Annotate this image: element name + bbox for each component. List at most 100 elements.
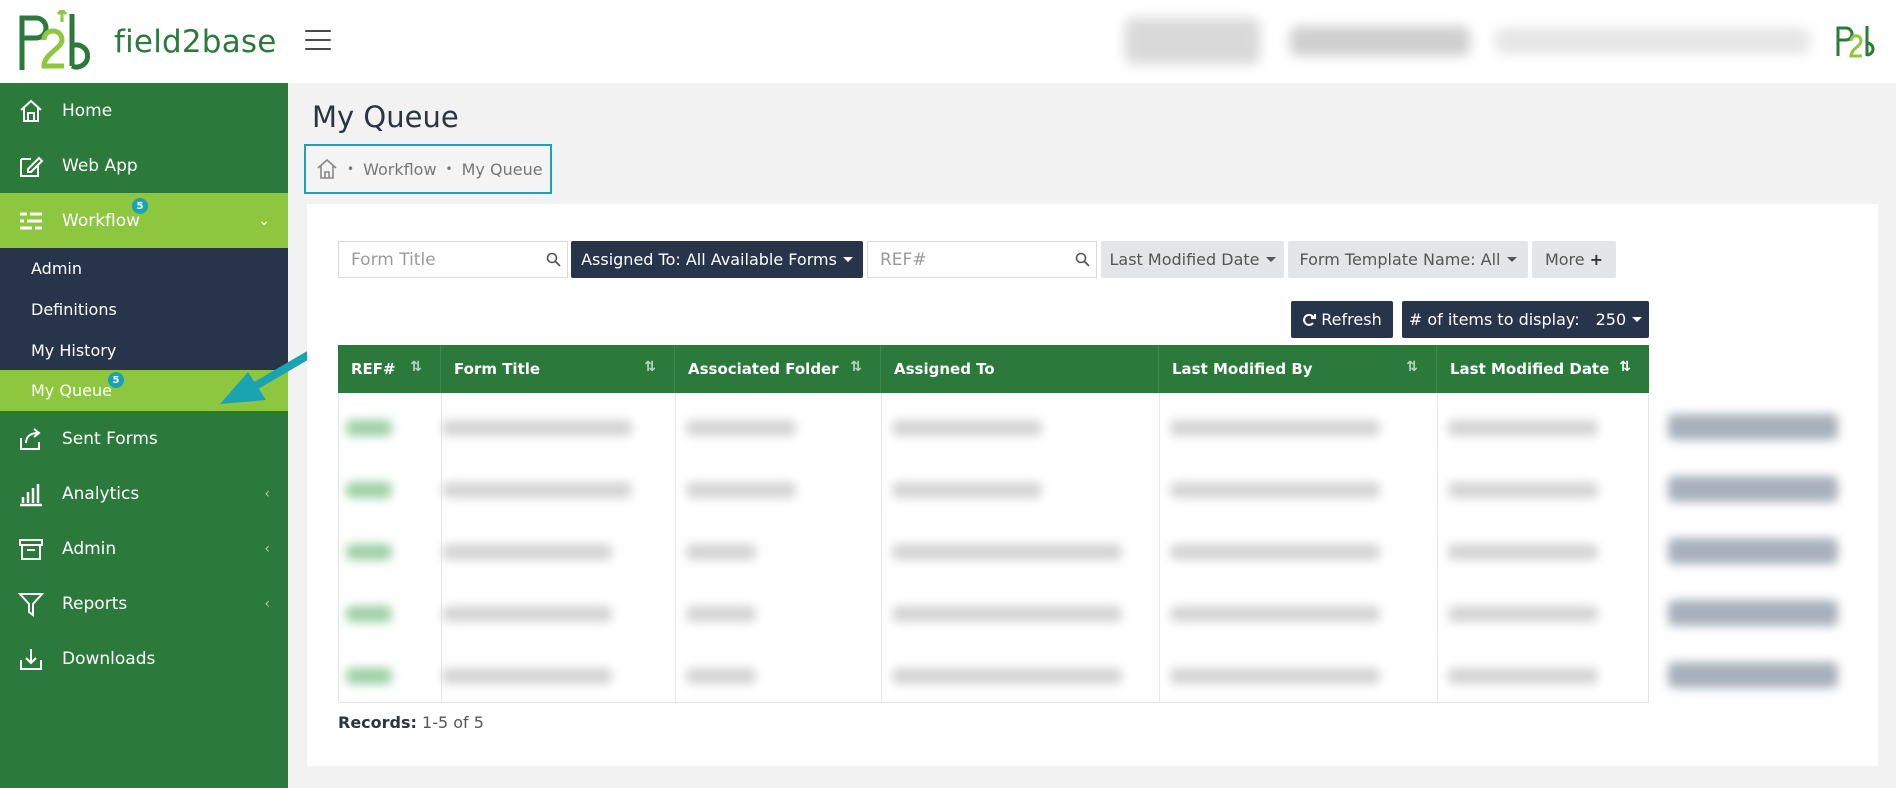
redacted-header-item bbox=[1290, 26, 1470, 56]
sort-icon[interactable]: ⇅ bbox=[850, 359, 862, 375]
breadcrumb-separator: • bbox=[347, 162, 355, 176]
menu-toggle-icon[interactable] bbox=[305, 30, 331, 50]
refresh-label: Refresh bbox=[1321, 310, 1382, 329]
redacted-cell bbox=[1170, 544, 1380, 560]
table-row[interactable] bbox=[334, 584, 1840, 646]
sort-icon[interactable]: ⇅ bbox=[410, 359, 422, 375]
breadcrumb-workflow[interactable]: Workflow bbox=[363, 160, 436, 179]
sidebar-item-label: Reports bbox=[62, 593, 128, 614]
table-row[interactable] bbox=[334, 522, 1840, 584]
column-header-last-modified-date[interactable]: Last Modified Date ⇅ bbox=[1437, 345, 1649, 393]
redacted-cell bbox=[346, 420, 392, 436]
search-icon[interactable] bbox=[546, 252, 561, 267]
sidebar-item-label: Home bbox=[62, 100, 113, 121]
more-label: More bbox=[1544, 250, 1585, 269]
page-title: My Queue bbox=[312, 100, 459, 134]
sort-desc-icon[interactable]: ⇅ bbox=[1619, 359, 1631, 375]
column-header-associated-folder[interactable]: Associated Folder ⇅ bbox=[675, 345, 881, 393]
submenu-item-label: My History bbox=[31, 341, 117, 360]
redacted-cell bbox=[1448, 606, 1598, 622]
records-value: 1-5 of 5 bbox=[422, 713, 484, 732]
column-header-label: REF# bbox=[351, 360, 396, 378]
redacted-header-item bbox=[1125, 18, 1260, 64]
redacted-cell bbox=[1170, 482, 1380, 498]
search-icon[interactable] bbox=[1075, 252, 1090, 267]
form-title-input[interactable] bbox=[351, 249, 567, 270]
chevron-left-icon: ‹ bbox=[264, 540, 270, 557]
assigned-to-dropdown[interactable]: Assigned To: All Available Forms bbox=[571, 241, 863, 278]
column-header-label: Assigned To bbox=[894, 360, 995, 378]
f2b-small-logo-icon[interactable] bbox=[1836, 24, 1880, 58]
redacted-cell bbox=[1170, 420, 1380, 436]
table-row[interactable] bbox=[334, 460, 1840, 522]
filter-icon bbox=[18, 592, 44, 617]
brand-name: field2base bbox=[114, 24, 277, 60]
column-header-last-modified-by[interactable]: Last Modified By ⇅ bbox=[1159, 345, 1437, 393]
more-filters-button[interactable]: More + bbox=[1532, 241, 1616, 278]
items-to-display-dropdown[interactable]: # of items to display: 250 bbox=[1402, 301, 1649, 338]
records-summary: Records: 1-5 of 5 bbox=[338, 713, 484, 732]
submenu-item-admin[interactable]: Admin bbox=[0, 248, 288, 289]
last-modified-date-dropdown[interactable]: Last Modified Date bbox=[1101, 241, 1284, 278]
f2b-logo-icon bbox=[19, 10, 91, 70]
sidebar-item-downloads[interactable]: Downloads bbox=[0, 631, 288, 686]
redacted-cell bbox=[892, 420, 1042, 436]
redacted-action bbox=[1668, 414, 1838, 440]
redacted-cell bbox=[686, 668, 756, 684]
form-template-dropdown[interactable]: Form Template Name: All bbox=[1288, 241, 1528, 278]
redacted-cell bbox=[442, 482, 632, 498]
redacted-action bbox=[1668, 600, 1838, 626]
caret-down-icon bbox=[1506, 257, 1517, 262]
queue-table-header: REF# ⇅ Form Title ⇅ Associated Folder ⇅ Ass… bbox=[338, 345, 1649, 393]
items-display-label: # of items to display: bbox=[1408, 310, 1580, 329]
breadcrumb-my-queue: My Queue bbox=[461, 159, 543, 179]
redacted-cell bbox=[442, 420, 632, 436]
ref-input[interactable] bbox=[880, 249, 1096, 270]
redacted-cell bbox=[346, 544, 392, 560]
sidebar-item-web-app[interactable]: Web App bbox=[0, 138, 288, 193]
refresh-button[interactable]: Refresh bbox=[1291, 301, 1393, 338]
redacted-header-item bbox=[1495, 28, 1810, 54]
sidebar-item-reports[interactable]: Reports ‹ bbox=[0, 576, 288, 631]
field2base-logo[interactable]: field2base bbox=[18, 10, 277, 74]
sidebar-item-admin[interactable]: Admin ‹ bbox=[0, 521, 288, 576]
caret-down-icon bbox=[1265, 257, 1276, 262]
home-icon bbox=[20, 99, 42, 122]
sort-icon[interactable]: ⇅ bbox=[1406, 359, 1418, 375]
redacted-action bbox=[1668, 476, 1838, 502]
workflow-icon bbox=[20, 212, 42, 229]
submenu-item-label: Admin bbox=[31, 259, 82, 278]
assigned-to-label: Assigned To: All Available Forms bbox=[581, 250, 837, 269]
redacted-cell bbox=[892, 544, 1122, 560]
redacted-cell bbox=[1448, 544, 1598, 560]
breadcrumb: • Workflow • My Queue bbox=[304, 144, 552, 194]
sidebar-item-label: Sent Forms bbox=[62, 428, 158, 449]
sidebar-item-label: Analytics bbox=[62, 483, 140, 504]
table-row[interactable] bbox=[334, 398, 1840, 460]
sidebar-item-label: Web App bbox=[62, 155, 138, 176]
sidebar-item-analytics[interactable]: Analytics ‹ bbox=[0, 466, 288, 521]
archive-icon bbox=[19, 538, 43, 560]
sort-icon[interactable]: ⇅ bbox=[644, 359, 656, 375]
redacted-cell bbox=[442, 606, 612, 622]
sidebar-item-workflow[interactable]: Workflow 5 ⌄ bbox=[0, 193, 288, 248]
redacted-cell bbox=[1448, 668, 1598, 684]
sidebar-item-home[interactable]: Home bbox=[0, 83, 288, 138]
redacted-cell bbox=[686, 482, 796, 498]
top-bar: field2base bbox=[0, 0, 1896, 83]
redacted-cell bbox=[686, 420, 796, 436]
redacted-cell bbox=[1448, 420, 1598, 436]
sidebar-item-sent-forms[interactable]: Sent Forms bbox=[0, 411, 288, 466]
bar-chart-icon bbox=[20, 483, 42, 506]
redacted-cell bbox=[1170, 668, 1380, 684]
sidebar-item-label: Downloads bbox=[62, 648, 156, 669]
records-label: Records: bbox=[338, 713, 417, 732]
column-header-ref[interactable]: REF# ⇅ bbox=[338, 345, 441, 393]
breadcrumb-home-icon[interactable] bbox=[316, 158, 338, 180]
redacted-cell bbox=[686, 544, 756, 560]
edit-icon bbox=[20, 156, 44, 177]
table-row[interactable] bbox=[334, 646, 1840, 708]
column-header-form-title[interactable]: Form Title ⇅ bbox=[441, 345, 675, 393]
column-header-assigned-to[interactable]: Assigned To bbox=[881, 345, 1159, 393]
redacted-action bbox=[1668, 538, 1838, 564]
